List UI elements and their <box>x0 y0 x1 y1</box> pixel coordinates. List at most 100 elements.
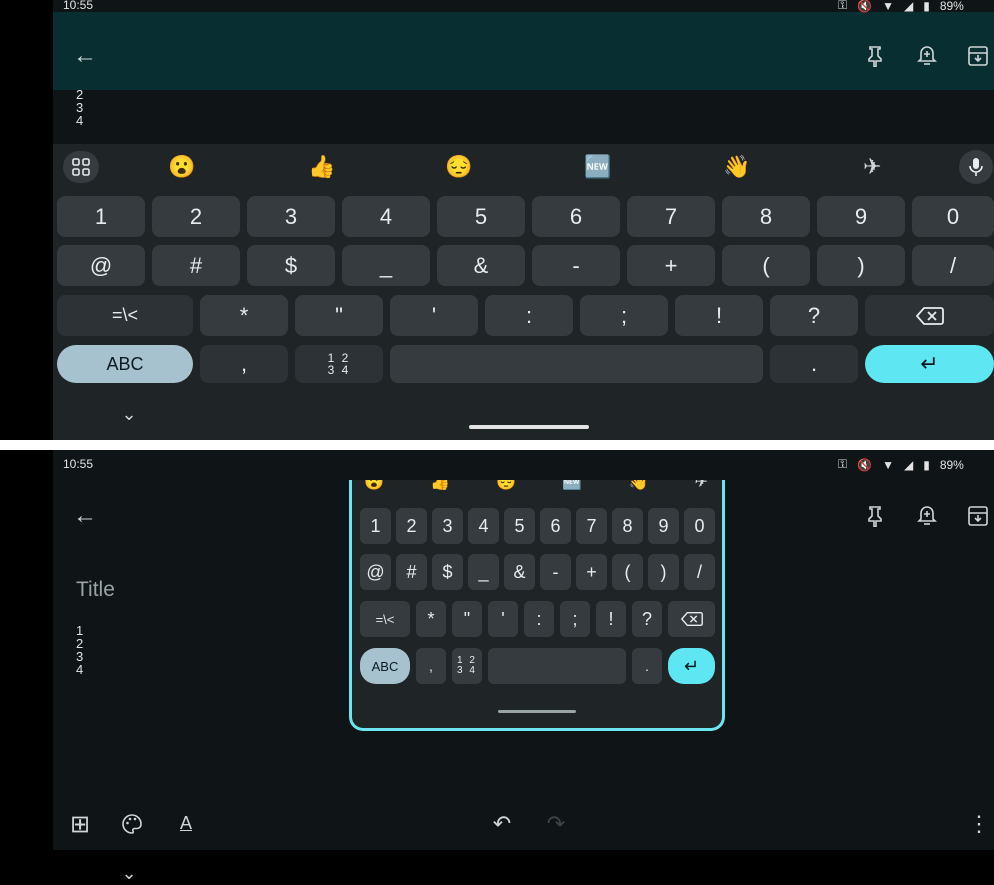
archive-icon[interactable] <box>962 500 994 532</box>
abc-key[interactable]: ABC <box>57 345 193 383</box>
emoji-suggestion[interactable]: 👋 <box>723 154 750 180</box>
key-open-paren[interactable]: ( <box>722 245 810 286</box>
numpad-key[interactable]: 1 2 3 4 <box>452 648 482 684</box>
key-ampersand[interactable]: & <box>504 554 535 590</box>
key-3[interactable]: 3 <box>432 508 463 544</box>
key-6[interactable]: 6 <box>540 508 571 544</box>
back-arrow-icon[interactable]: ← <box>69 500 101 532</box>
key-question[interactable]: ? <box>770 295 858 336</box>
key-1[interactable]: 1 <box>360 508 391 544</box>
key-period[interactable]: . <box>770 345 858 383</box>
backspace-icon[interactable] <box>668 601 715 637</box>
archive-icon[interactable] <box>962 40 994 72</box>
back-arrow-icon[interactable]: ← <box>69 40 101 72</box>
key-double-quote[interactable]: " <box>295 295 383 336</box>
key-single-quote[interactable]: ' <box>488 601 518 637</box>
emoji-suggestion[interactable]: 👍 <box>430 480 450 490</box>
key-slash[interactable]: / <box>912 245 994 286</box>
key-2[interactable]: 2 <box>152 196 240 237</box>
emoji-suggestion[interactable]: 😮 <box>168 154 195 180</box>
key-7[interactable]: 7 <box>576 508 607 544</box>
emoji-suggestion[interactable]: 😮 <box>364 480 384 490</box>
note-body[interactable]: 1 2 3 4 <box>76 624 83 676</box>
emoji-suggestion[interactable]: 🆕 <box>584 154 611 180</box>
key-at[interactable]: @ <box>57 245 145 286</box>
key-asterisk[interactable]: * <box>200 295 288 336</box>
emoji-suggestion-strip[interactable]: 😮 👍 😔 🆕 👋 ✈ <box>364 480 708 490</box>
key-dollar[interactable]: $ <box>432 554 463 590</box>
key-hash[interactable]: # <box>396 554 427 590</box>
key-colon[interactable]: : <box>485 295 573 336</box>
key-underscore[interactable]: _ <box>468 554 499 590</box>
key-comma[interactable]: , <box>416 648 446 684</box>
space-bar[interactable] <box>390 345 763 383</box>
key-5[interactable]: 5 <box>437 196 525 237</box>
key-close-paren[interactable]: ) <box>648 554 679 590</box>
key-3[interactable]: 3 <box>247 196 335 237</box>
text-format-icon[interactable]: A <box>173 809 199 837</box>
emoji-suggestion[interactable]: 👋 <box>628 480 648 490</box>
key-open-paren[interactable]: ( <box>612 554 643 590</box>
key-underscore[interactable]: _ <box>342 245 430 286</box>
key-8[interactable]: 8 <box>612 508 643 544</box>
note-body-top[interactable]: 2 3 4 <box>76 88 83 127</box>
keyboard-collapse-chevron-icon[interactable]: ⌄ <box>117 402 141 426</box>
key-plus[interactable]: + <box>627 245 715 286</box>
emoji-suggestion[interactable]: 🆕 <box>562 480 582 490</box>
palette-icon[interactable] <box>119 811 145 837</box>
key-at[interactable]: @ <box>360 554 391 590</box>
keyboard-drag-handle[interactable] <box>498 710 576 713</box>
emoji-suggestion[interactable]: ✈ <box>863 154 881 180</box>
key-4[interactable]: 4 <box>468 508 499 544</box>
key-comma[interactable]: , <box>200 345 288 383</box>
key-period[interactable]: . <box>632 648 662 684</box>
key-semicolon[interactable]: ; <box>560 601 590 637</box>
emoji-suggestion[interactable]: ✈ <box>695 480 708 490</box>
note-title-field[interactable]: Title <box>76 578 115 602</box>
key-0[interactable]: 0 <box>684 508 715 544</box>
key-0[interactable]: 0 <box>912 196 994 237</box>
key-6[interactable]: 6 <box>532 196 620 237</box>
pin-icon[interactable] <box>859 500 891 532</box>
space-bar[interactable] <box>488 648 626 684</box>
enter-key[interactable]: ↵ <box>865 345 994 383</box>
key-close-paren[interactable]: ) <box>817 245 905 286</box>
gesture-home-bar[interactable] <box>469 425 589 429</box>
mic-icon[interactable] <box>959 150 993 184</box>
keyboard-collapse-chevron-icon[interactable]: ⌄ <box>117 862 141 884</box>
key-more-symbols[interactable]: =\< <box>360 601 410 637</box>
undo-icon[interactable]: ↶ <box>489 811 515 837</box>
key-4[interactable]: 4 <box>342 196 430 237</box>
backspace-icon[interactable] <box>865 295 994 336</box>
key-dollar[interactable]: $ <box>247 245 335 286</box>
apps-grid-icon[interactable] <box>63 151 99 183</box>
emoji-suggestion[interactable]: 😔 <box>496 480 516 490</box>
redo-icon[interactable]: ↷ <box>543 811 569 837</box>
emoji-suggestion[interactable]: 👍 <box>308 154 335 180</box>
floating-keyboard[interactable]: 😮 👍 😔 🆕 👋 ✈ 1 2 3 4 5 6 7 8 9 0 @ # $ _ … <box>349 480 725 731</box>
key-colon[interactable]: : <box>524 601 554 637</box>
key-exclamation[interactable]: ! <box>596 601 626 637</box>
key-8[interactable]: 8 <box>722 196 810 237</box>
emoji-suggestion[interactable]: 😔 <box>445 154 472 180</box>
key-plus[interactable]: + <box>576 554 607 590</box>
key-question[interactable]: ? <box>632 601 662 637</box>
key-minus[interactable]: - <box>532 245 620 286</box>
key-1[interactable]: 1 <box>57 196 145 237</box>
bell-plus-icon[interactable] <box>911 500 943 532</box>
key-more-symbols[interactable]: =\< <box>57 295 193 336</box>
key-9[interactable]: 9 <box>648 508 679 544</box>
add-box-icon[interactable]: ⊞ <box>67 811 93 838</box>
key-asterisk[interactable]: * <box>416 601 446 637</box>
key-semicolon[interactable]: ; <box>580 295 668 336</box>
key-exclamation[interactable]: ! <box>675 295 763 336</box>
key-minus[interactable]: - <box>540 554 571 590</box>
key-2[interactable]: 2 <box>396 508 427 544</box>
pin-icon[interactable] <box>859 40 891 72</box>
key-9[interactable]: 9 <box>817 196 905 237</box>
key-ampersand[interactable]: & <box>437 245 525 286</box>
more-options-icon[interactable]: ⋮ <box>966 811 992 837</box>
bell-plus-icon[interactable] <box>911 40 943 72</box>
key-slash[interactable]: / <box>684 554 715 590</box>
key-single-quote[interactable]: ' <box>390 295 478 336</box>
